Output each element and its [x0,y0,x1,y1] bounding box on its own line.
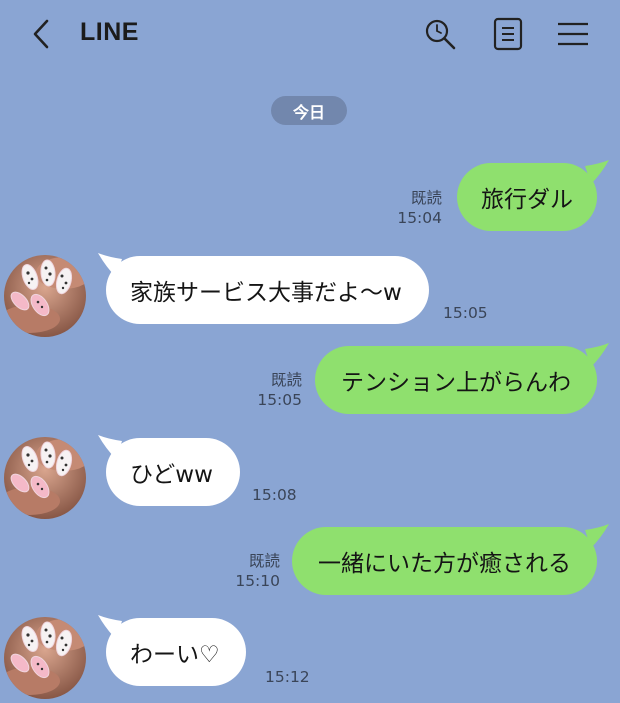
read-receipt: 既読 [248,552,280,570]
message-bubble-outgoing[interactable]: 旅行ダル [457,163,597,231]
message-bubble-outgoing[interactable]: テンション上がらんわ [315,346,597,414]
message-bubble-incoming[interactable]: わーい♡ [106,618,246,686]
message-bubble-incoming[interactable]: 家族サービス大事だよ〜w [106,256,429,324]
message-text: ひどww [130,462,213,488]
message-time: 15:05 [443,304,488,322]
bubble-tail [585,160,609,184]
notes-icon[interactable] [491,17,525,51]
message-text: わーい♡ [130,642,220,668]
message-text: 家族サービス大事だよ〜w [130,280,402,306]
back-icon[interactable] [28,18,56,50]
message-meta: 既読 15:05 [240,370,302,410]
search-icon[interactable] [423,17,457,51]
message-text: 旅行ダル [481,187,573,213]
read-receipt: 既読 [410,189,442,207]
message-bubble-incoming[interactable]: ひどww [106,438,240,506]
chat-title: LINE [80,18,139,46]
bubble-tail [585,524,609,548]
message-time: 15:08 [252,486,297,504]
message-time: 15:12 [265,668,310,686]
message-time: 15:05 [257,391,302,409]
message-time: 15:04 [397,209,442,227]
message-text: テンション上がらんわ [341,370,571,396]
contact-avatar[interactable] [4,437,86,519]
message-text: 一緒にいた方が癒される [318,551,571,577]
message-meta: 既読 15:10 [218,551,280,591]
chat-header: LINE [0,0,620,70]
date-separator: 今日 [271,96,347,125]
contact-avatar[interactable] [4,255,86,337]
message-time: 15:10 [235,572,280,590]
message-bubble-outgoing[interactable]: 一緒にいた方が癒される [292,527,597,595]
read-receipt: 既読 [270,371,302,389]
contact-avatar[interactable] [4,617,86,699]
bubble-tail [585,343,609,367]
menu-icon[interactable] [556,17,590,51]
message-meta: 既読 15:04 [380,188,442,228]
